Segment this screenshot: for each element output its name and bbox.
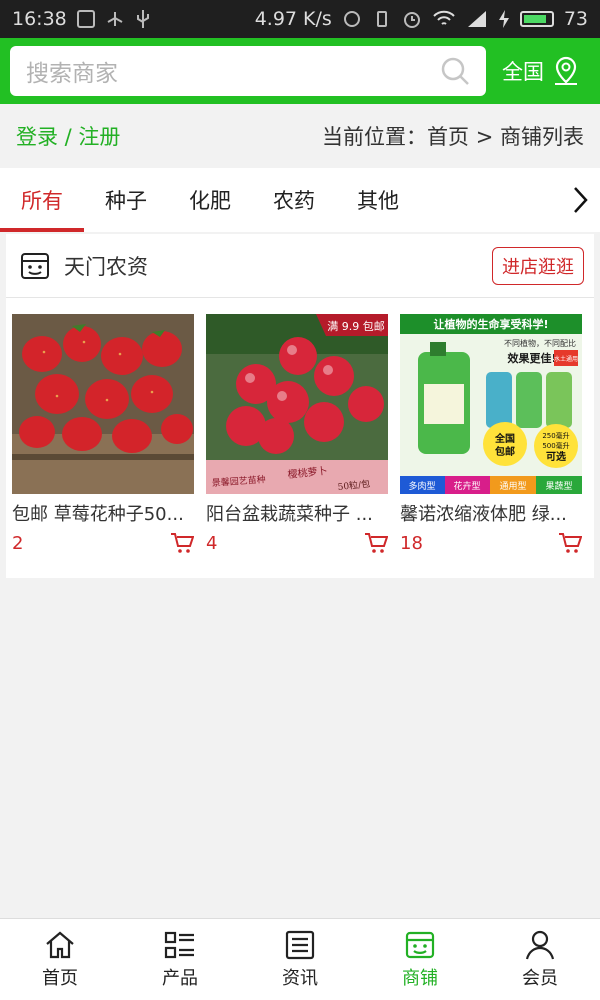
signal-icon xyxy=(467,11,486,27)
product-size3: 可选 xyxy=(546,450,566,463)
tab-seeds[interactable]: 种子 xyxy=(84,168,168,232)
sync-icon xyxy=(343,11,360,27)
search-input[interactable]: 搜索商家 xyxy=(10,46,486,96)
tabs-more-button[interactable] xyxy=(560,168,600,232)
vibrate-icon xyxy=(376,11,387,27)
nav-home-label: 首页 xyxy=(42,967,78,989)
region-selector[interactable]: 全国 xyxy=(502,56,580,86)
search-icon[interactable] xyxy=(440,56,470,86)
header: 搜索商家 全国 xyxy=(0,38,600,104)
product-type: 果蔬型 xyxy=(545,480,572,492)
login-register-link[interactable]: 登录 / 注册 xyxy=(16,121,120,151)
list-icon xyxy=(164,931,194,958)
product-title[interactable]: 包邮 草莓花种子50... xyxy=(12,500,194,526)
chevron-right-icon xyxy=(574,187,588,213)
product-size2: 500毫升 xyxy=(542,441,569,450)
current-location: 当前位置：首页 > 商铺列表 xyxy=(322,125,584,149)
nav-home[interactable]: 首页 xyxy=(0,919,120,1000)
nav-news[interactable]: 资讯 xyxy=(240,919,360,1000)
product-tag: 水土通用 xyxy=(554,355,578,363)
product-size1: 250毫升 xyxy=(542,431,569,440)
cart-icon[interactable] xyxy=(364,532,388,554)
store-icon xyxy=(405,931,435,958)
product-circle2: 包邮 xyxy=(495,445,515,458)
product-badge: 满 9.9 包邮 xyxy=(327,320,385,333)
battery-icon xyxy=(519,11,554,27)
product-title[interactable]: 馨诺浓缩液体肥 绿... xyxy=(400,500,582,526)
image-icon xyxy=(76,10,95,28)
product-price: 2 xyxy=(12,532,24,554)
store-name[interactable]: 天门农资 xyxy=(64,251,148,281)
category-tabs: 所有 种子 化肥 农药 其他 xyxy=(0,168,600,232)
location-pin-icon xyxy=(555,56,577,85)
tab-other[interactable]: 其他 xyxy=(336,168,420,232)
wifi-icon xyxy=(433,10,455,25)
product-image-strawberry[interactable] xyxy=(12,314,194,494)
product-item[interactable]: 包邮 草莓花种子50... 2 xyxy=(12,314,194,554)
nav-member[interactable]: 会员 xyxy=(480,919,600,1000)
status-time: 16:38 xyxy=(12,8,67,30)
nav-products-label: 产品 xyxy=(162,967,198,989)
nav-stores-label: 商铺 xyxy=(402,967,438,989)
tab-all[interactable]: 所有 xyxy=(0,168,84,232)
tab-fertilizer[interactable]: 化肥 xyxy=(168,168,252,232)
product-price: 4 xyxy=(206,532,218,554)
share-icon xyxy=(107,12,123,26)
alarm-icon xyxy=(403,12,420,28)
product-price: 18 xyxy=(400,532,423,554)
battery-level: 73 xyxy=(563,8,588,30)
product-image-radish[interactable]: 满 9.9 包邮 景馨园艺苗种 樱桃萝卜 50粒/包 xyxy=(206,314,388,494)
product-line2: 效果更佳! xyxy=(507,351,556,365)
store-header: 天门农资 进店逛逛 xyxy=(6,234,594,298)
product-list: 包邮 草莓花种子50... 2 满 9.9 包邮 景馨园艺苗种 樱桃萝卜 50粒… xyxy=(6,298,594,554)
status-bar: 16:38 4.97 K/s 73 xyxy=(0,0,600,38)
home-icon xyxy=(46,931,74,958)
charging-icon xyxy=(498,10,509,28)
product-item[interactable]: 满 9.9 包邮 景馨园艺苗种 樱桃萝卜 50粒/包 阳台盆栽蔬菜种子 ... … xyxy=(206,314,388,554)
nav-stores[interactable]: 商铺 xyxy=(360,919,480,1000)
product-line1: 不同植物，不同配比 xyxy=(504,338,576,348)
tab-pesticide[interactable]: 农药 xyxy=(252,168,336,232)
store-icon xyxy=(21,252,49,279)
news-icon xyxy=(285,930,315,959)
breadcrumb: 登录 / 注册 当前位置：首页 > 商铺列表 xyxy=(0,104,600,168)
product-item[interactable]: 让植物的生命享受科学! 不同植物，不同配比 效果更佳! 水土通用 全国 包邮 2… xyxy=(400,314,582,554)
region-label: 全国 xyxy=(502,60,544,84)
user-icon xyxy=(525,930,555,959)
bottom-nav: 首页 产品 资讯 商铺 会员 xyxy=(0,918,600,1000)
product-type: 多肉型 xyxy=(408,480,435,492)
product-image-fertilizer[interactable]: 让植物的生命享受科学! 不同植物，不同配比 效果更佳! 水土通用 全国 包邮 2… xyxy=(400,314,582,494)
store-card: 天门农资 进店逛逛 包邮 草莓花种子50... 2 满 9.9 包邮 景馨园艺苗… xyxy=(6,234,594,578)
product-type: 通用型 xyxy=(499,481,526,492)
product-title[interactable]: 阳台盆栽蔬菜种子 ... xyxy=(206,500,388,526)
search-placeholder: 搜索商家 xyxy=(26,61,118,87)
product-type: 花卉型 xyxy=(453,480,480,492)
visit-store-button[interactable]: 进店逛逛 xyxy=(492,246,584,285)
cart-icon[interactable] xyxy=(558,532,582,554)
cart-icon[interactable] xyxy=(170,532,194,554)
nav-news-label: 资讯 xyxy=(282,967,318,989)
product-banner: 让植物的生命享受科学! xyxy=(433,317,548,331)
network-speed: 4.97 K/s xyxy=(254,8,332,30)
nav-products[interactable]: 产品 xyxy=(120,919,240,1000)
usb-icon xyxy=(136,10,149,28)
nav-member-label: 会员 xyxy=(522,967,558,989)
product-circle1: 全国 xyxy=(494,432,515,445)
